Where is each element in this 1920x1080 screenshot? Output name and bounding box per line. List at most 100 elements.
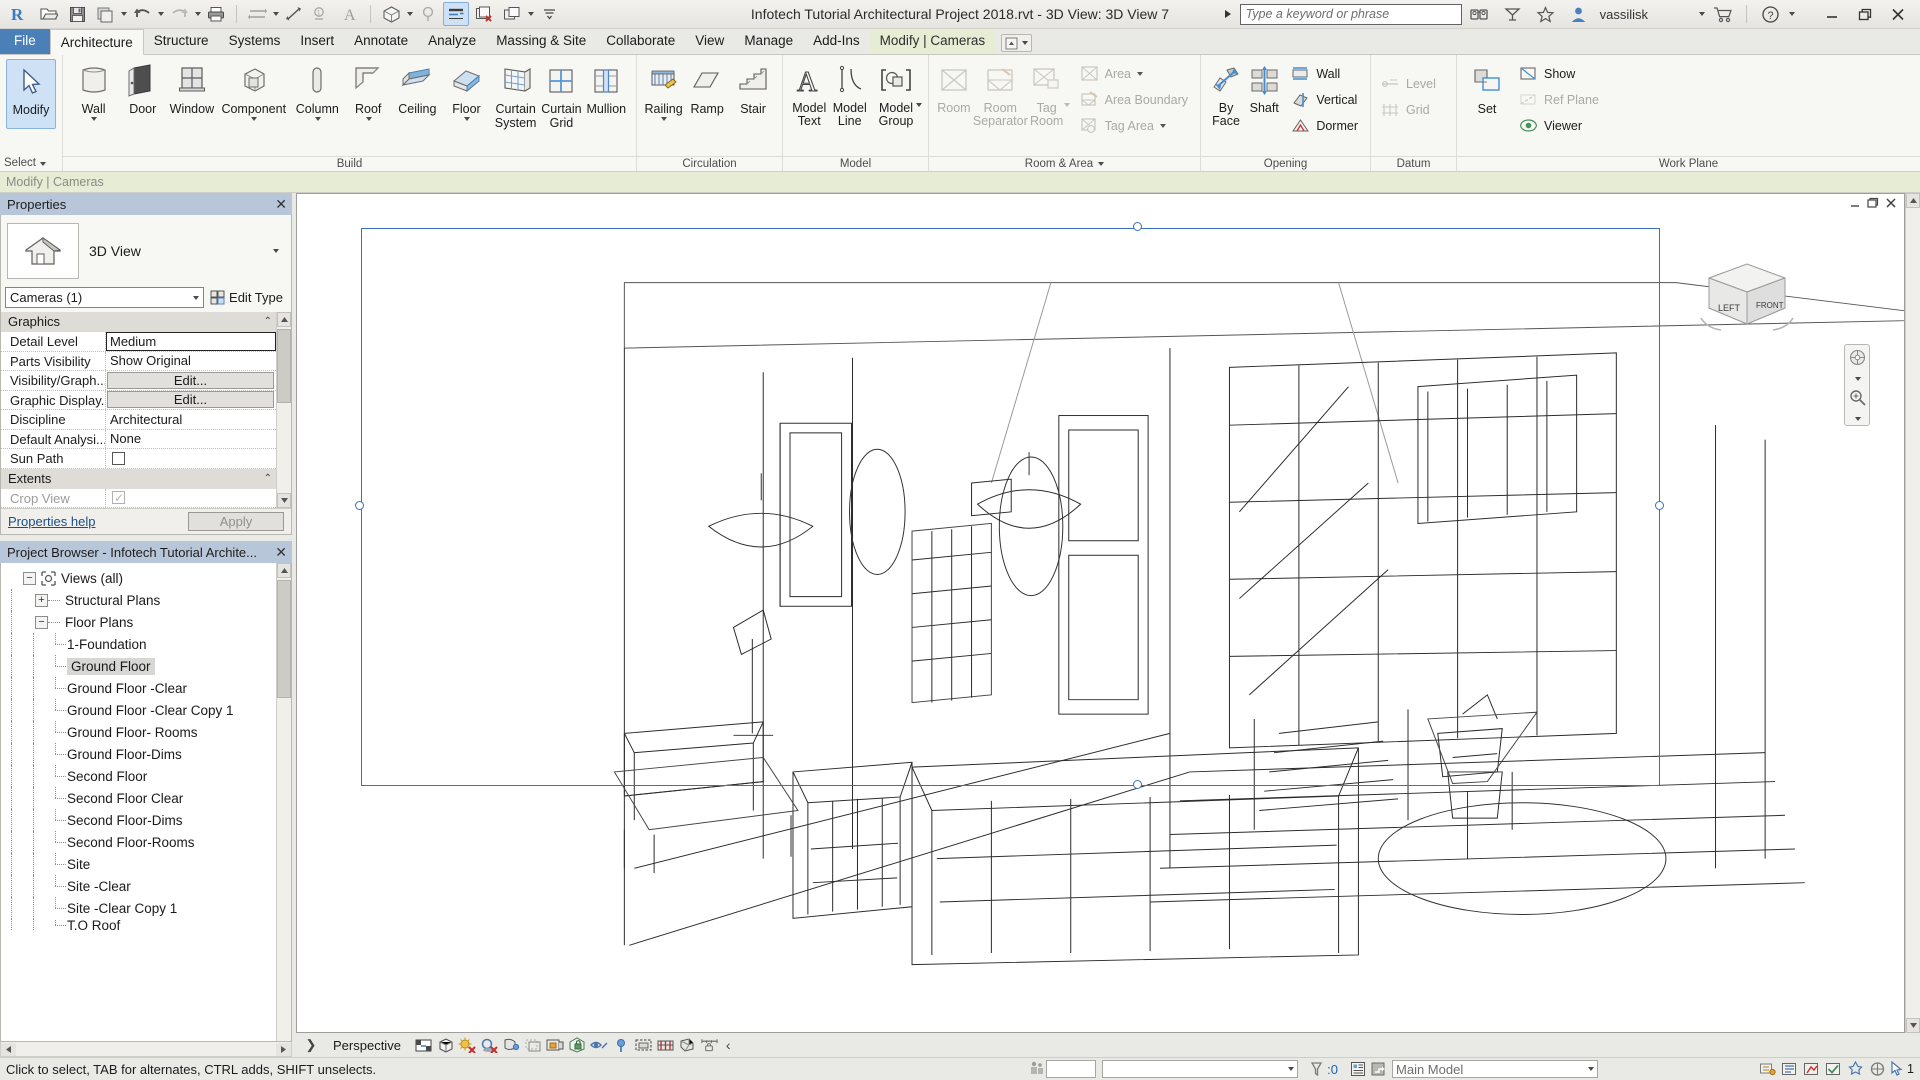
properties-group-graphics[interactable]: Graphics ⌃: [1, 312, 276, 332]
steering-wheel-icon[interactable]: [1849, 349, 1866, 369]
model-group-dropdown-icon[interactable]: [916, 103, 923, 107]
tree-node-second-floor-clear[interactable]: Second Floor Clear: [1, 787, 276, 809]
component-button[interactable]: Component: [216, 59, 291, 133]
subscription-center-icon[interactable]: [1498, 3, 1528, 25]
tree-node-ground-floor-clear[interactable]: Ground Floor -Clear: [1, 677, 276, 699]
property-value-discipline[interactable]: Architectural: [106, 410, 276, 429]
room-button[interactable]: Room: [935, 59, 973, 133]
wall-button[interactable]: Wall: [69, 59, 118, 133]
help-icon[interactable]: ?: [1755, 3, 1785, 25]
reveal-hidden-elements-icon[interactable]: [612, 1036, 631, 1055]
save-as-dropdown-icon[interactable]: [121, 12, 127, 16]
temporary-view-properties-icon[interactable]: [634, 1036, 653, 1055]
aligned-dimension-icon[interactable]: [281, 2, 307, 26]
view-bar-expand-left-icon[interactable]: ❯: [302, 1037, 320, 1053]
design-options-icon[interactable]: [1757, 1060, 1777, 1079]
property-row-parts-visibility[interactable]: Parts Visibility Show Original: [1, 351, 276, 371]
browser-scroll-up-button[interactable]: [277, 563, 291, 578]
tab-systems[interactable]: Systems: [219, 28, 291, 54]
model-line-button[interactable]: Model Line: [829, 59, 869, 133]
properties-scroll-down-button[interactable]: [277, 493, 291, 508]
select-links-icon[interactable]: [1801, 1060, 1821, 1079]
switch-windows-icon[interactable]: [499, 2, 525, 26]
property-value-default-analysis[interactable]: None: [106, 430, 276, 449]
column-dropdown-icon[interactable]: [314, 117, 321, 121]
design-option-selector[interactable]: [1102, 1060, 1299, 1078]
model-updates-icon[interactable]: [1026, 1060, 1046, 1079]
temporary-hide-isolate-icon[interactable]: [590, 1036, 609, 1055]
apply-button[interactable]: Apply: [188, 512, 284, 531]
exclude-options-toggle-icon[interactable]: [1823, 1060, 1843, 1079]
property-row-detail-level[interactable]: Detail Level Medium: [1, 332, 276, 352]
open-icon[interactable]: [36, 2, 62, 26]
vertical-opening-button[interactable]: Vertical: [1287, 87, 1364, 112]
cart-icon[interactable]: [1708, 3, 1738, 25]
expander-icon[interactable]: −: [35, 615, 48, 629]
switch-windows-dropdown-icon[interactable]: [528, 12, 534, 16]
navigation-bar[interactable]: [1844, 344, 1870, 426]
redo-icon[interactable]: [166, 2, 192, 26]
worksets-icon[interactable]: [1348, 1060, 1368, 1079]
tree-node-ground-floor-dims[interactable]: Ground Floor-Dims: [1, 743, 276, 765]
view-bar-expand-right-icon[interactable]: ‹: [726, 1037, 731, 1053]
property-row-graphic-display[interactable]: Graphic Display... Edit...: [1, 390, 276, 410]
tab-architecture[interactable]: Architecture: [49, 29, 144, 55]
ref-plane-button[interactable]: Ref Plane: [1515, 87, 1605, 112]
tree-node-structural-plans[interactable]: + Structural Plans: [1, 589, 276, 611]
crop-handle-left[interactable]: [354, 500, 364, 510]
expander-icon[interactable]: +: [35, 593, 48, 607]
ramp-button[interactable]: Ramp: [684, 59, 730, 133]
property-row-crop-view[interactable]: Crop View: [1, 488, 276, 508]
tab-file[interactable]: File: [0, 28, 50, 54]
railing-button[interactable]: Railing: [643, 59, 684, 133]
crop-handle-top[interactable]: [1132, 222, 1142, 232]
shadows-off-icon[interactable]: [480, 1036, 499, 1055]
measurement-icon[interactable]: [700, 1036, 719, 1055]
project-browser-close-icon[interactable]: ✕: [275, 545, 287, 559]
undo-icon[interactable]: [129, 2, 155, 26]
drawing-canvas[interactable]: LEFT FRONT: [296, 193, 1905, 1033]
selection-count-badge[interactable]: 1: [1889, 1060, 1914, 1079]
tab-analyze[interactable]: Analyze: [418, 28, 486, 54]
curtain-system-button[interactable]: Curtain System: [491, 59, 540, 133]
infocenter-expand-icon[interactable]: [1224, 10, 1231, 18]
ceiling-button[interactable]: Ceiling: [393, 59, 442, 133]
tree-node-site-clear-copy-1[interactable]: Site -Clear Copy 1: [1, 897, 276, 919]
qat-customize-icon[interactable]: [536, 2, 562, 26]
view-minimize-button[interactable]: [1848, 197, 1862, 212]
group-collapse-graphics-icon[interactable]: ⌃: [264, 313, 272, 331]
tree-node-site-clear[interactable]: Site -Clear: [1, 875, 276, 897]
zoom-region-icon[interactable]: [1849, 389, 1866, 409]
restore-button[interactable]: [1850, 3, 1880, 25]
filter-icon[interactable]: [1779, 1060, 1799, 1079]
properties-scroll-thumb[interactable]: [277, 329, 291, 403]
view-cube[interactable]: LEFT FRONT: [1695, 256, 1799, 337]
tab-collaborate[interactable]: Collaborate: [596, 28, 685, 54]
detail-level-icon[interactable]: [414, 1036, 433, 1055]
section-icon[interactable]: [415, 2, 441, 26]
tag-icon[interactable]: 1: [309, 2, 335, 26]
level-button[interactable]: Level: [1377, 71, 1442, 96]
view-close-button[interactable]: [1884, 197, 1898, 212]
view-scale-label[interactable]: Perspective: [333, 1038, 401, 1053]
tag-area-dropdown-icon[interactable]: [1159, 123, 1166, 128]
wall-dropdown-icon[interactable]: [91, 117, 98, 121]
stair-button[interactable]: Stair: [730, 59, 776, 133]
expander-icon[interactable]: −: [23, 571, 36, 585]
project-browser-tree[interactable]: − Views (all) + Structural Plans − Floor…: [0, 563, 292, 1042]
default-3d-view-icon[interactable]: [378, 2, 404, 26]
text-icon[interactable]: A: [337, 2, 363, 26]
favorites-star-icon[interactable]: [1531, 3, 1561, 25]
save-as-icon[interactable]: [92, 2, 118, 26]
show-workplane-button[interactable]: Show: [1515, 61, 1605, 86]
ribbon-display-options[interactable]: [1001, 34, 1033, 52]
area-button[interactable]: Area: [1076, 61, 1194, 86]
by-face-button[interactable]: By Face: [1207, 59, 1245, 133]
visual-style-icon[interactable]: [436, 1036, 455, 1055]
property-row-discipline[interactable]: Discipline Architectural: [1, 410, 276, 430]
design-option-dropdown-icon[interactable]: [1288, 1067, 1295, 1071]
floor-button[interactable]: Floor: [442, 59, 491, 133]
tab-structure[interactable]: Structure: [144, 28, 219, 54]
measure-icon[interactable]: [244, 2, 270, 26]
property-row-visibility-graphics[interactable]: Visibility/Graph... Edit...: [1, 371, 276, 391]
